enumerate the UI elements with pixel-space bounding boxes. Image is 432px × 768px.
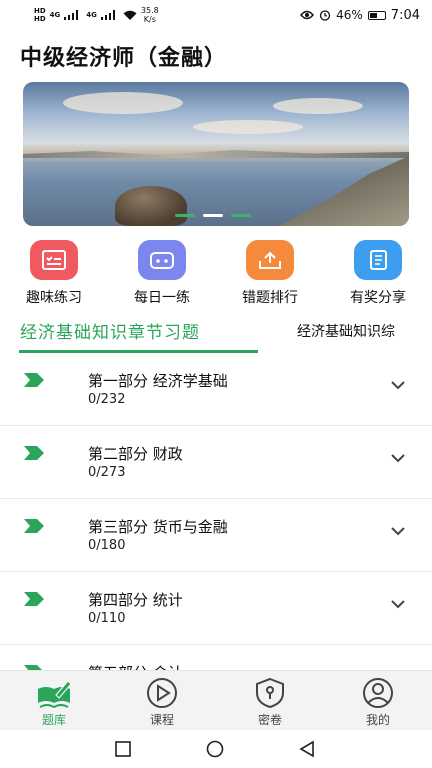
book-pen-icon [38, 680, 72, 709]
nav-label: 课程 [149, 713, 174, 727]
status-right: 46% 7:04 [300, 8, 420, 23]
list-check-icon [30, 240, 78, 280]
chevron-down-icon[interactable] [390, 380, 406, 390]
carousel-dot-active[interactable] [203, 214, 223, 217]
back-triangle-icon[interactable] [298, 740, 316, 758]
battery-icon [367, 10, 386, 20]
signal-icon-2 [100, 10, 119, 20]
tray-upload-icon [246, 240, 294, 280]
network-speed-value: 35.8 [140, 6, 159, 15]
nav-secret-papers[interactable]: 密卷 [230, 677, 310, 728]
chapter-flag-icon [24, 592, 44, 606]
chapter-row[interactable]: 第五部分 会计 [0, 646, 432, 670]
chapter-title: 第四部分 统计 [88, 591, 183, 609]
network-type-1: 4G [49, 11, 61, 19]
recent-apps-square-icon[interactable] [114, 740, 132, 758]
chapter-progress: 0/180 [88, 538, 126, 553]
hd-badge-2: HD [34, 15, 46, 23]
quick-action-wrong-ranking[interactable]: 错题排行 [225, 240, 315, 307]
nav-label: 题库 [41, 713, 66, 727]
quick-actions: 趣味练习 每日一练 错题排行 有奖分享 [0, 240, 432, 310]
user-circle-icon [363, 678, 393, 708]
carousel-dot[interactable] [175, 214, 195, 217]
category-tabs: 经济基础知识章节习题 经济基础知识综 [0, 318, 432, 356]
quick-action-label: 错题排行 [242, 290, 298, 306]
banner-shore [279, 156, 409, 226]
network-speed: 35.8 K/s [141, 6, 159, 24]
banner-cloud [63, 92, 183, 114]
play-circle-icon [147, 678, 177, 708]
system-navigation-bar [0, 730, 432, 768]
chapter-progress: 0/232 [88, 392, 126, 407]
chapter-title: 第二部分 财政 [88, 445, 183, 463]
chapter-row[interactable]: 第四部分 统计 0/110 [0, 573, 432, 645]
hd-indicators: HD HD [34, 7, 46, 23]
chapter-flag-icon [24, 519, 44, 533]
clock: 7:04 [390, 7, 420, 23]
chapter-title: 第五部分 会计 [88, 662, 183, 670]
carousel-indicators [175, 214, 251, 217]
page-title: 中级经济师（金融） [20, 46, 228, 71]
chapter-flag-icon [24, 446, 44, 460]
quick-action-share-reward[interactable]: 有奖分享 [333, 240, 423, 307]
nav-courses[interactable]: 课程 [122, 677, 202, 728]
status-left: HD HD 4G 4G 35.8 K/s [34, 6, 159, 24]
banner-carousel[interactable] [23, 82, 409, 226]
network-type-2: 4G [86, 11, 97, 19]
banner-rock [115, 186, 187, 226]
chapter-row[interactable]: 第三部分 货币与金融 0/180 [0, 500, 432, 572]
banner-cloud [273, 98, 363, 114]
quick-action-daily-practice[interactable]: 每日一练 [117, 240, 207, 307]
chapter-title: 第三部分 货币与金融 [88, 518, 228, 536]
nav-label: 密卷 [257, 713, 282, 727]
tab-chapter-exercises[interactable]: 经济基础知识章节习题 [20, 318, 200, 343]
chapter-row[interactable]: 第一部分 经济学基础 0/232 [0, 354, 432, 426]
network-speed-unit: K/s [143, 15, 156, 24]
notebook-icon [354, 240, 402, 280]
home-circle-icon[interactable] [205, 740, 225, 758]
nav-label: 我的 [365, 713, 390, 727]
chevron-down-icon[interactable] [390, 526, 406, 536]
nav-question-bank[interactable]: 题库 [14, 677, 94, 728]
active-tab-indicator [19, 350, 258, 353]
eye-icon [300, 10, 315, 20]
bottom-navigation: 题库 课程 密卷 我的 [0, 670, 432, 730]
carousel-dot[interactable] [231, 214, 251, 217]
signal-icon [64, 10, 82, 20]
chapter-row[interactable]: 第二部分 财政 0/273 [0, 427, 432, 499]
quick-action-label: 每日一练 [134, 290, 190, 306]
chevron-down-icon[interactable] [390, 599, 406, 609]
practice-card-icon [138, 240, 186, 280]
nav-profile[interactable]: 我的 [338, 677, 418, 728]
tab-comprehensive[interactable]: 经济基础知识综 [297, 321, 395, 341]
chapter-progress: 0/273 [88, 465, 126, 480]
status-bar: HD HD 4G 4G 35.8 K/s 46% 7:04 [0, 0, 432, 30]
chevron-down-icon[interactable] [390, 453, 406, 463]
shield-lock-icon [256, 677, 284, 709]
wifi-icon [123, 10, 137, 20]
chapter-progress: 0/110 [88, 611, 126, 626]
banner-cloud [193, 120, 303, 134]
quick-action-label: 趣味练习 [26, 290, 82, 306]
alarm-icon [319, 10, 331, 21]
chapter-list: 第一部分 经济学基础 0/232 第二部分 财政 0/273 第三部分 货币与金… [0, 354, 432, 670]
banner-mountains [23, 150, 409, 158]
quick-action-fun-practice[interactable]: 趣味练习 [9, 240, 99, 307]
chapter-title: 第一部分 经济学基础 [88, 372, 228, 390]
hd-badge-1: HD [34, 7, 46, 15]
quick-action-label: 有奖分享 [350, 290, 406, 306]
chapter-flag-icon [24, 373, 44, 387]
battery-percent: 46% [336, 8, 363, 22]
